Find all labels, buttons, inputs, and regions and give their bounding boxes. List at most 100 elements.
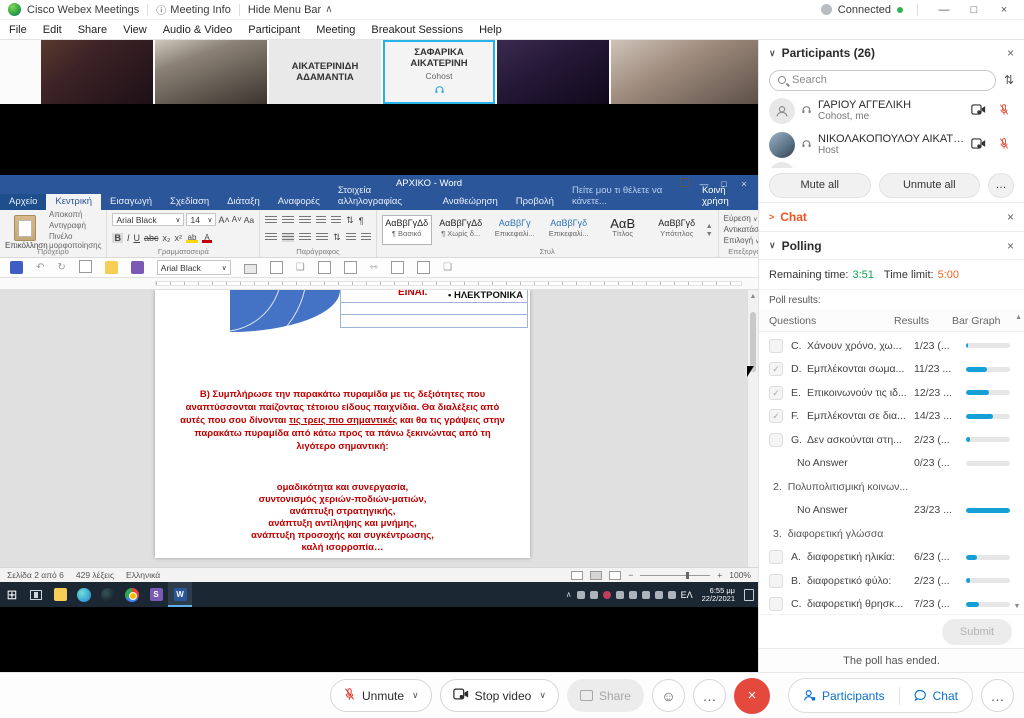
line-spacing-icon[interactable]: ⇅ <box>333 232 341 243</box>
cut-button[interactable]: Αποκοπή <box>49 210 101 219</box>
tray-icon[interactable] <box>590 591 598 599</box>
menu-help[interactable]: Help <box>479 24 502 36</box>
tab-mailings[interactable]: Στοιχεία αλληλογραφίας <box>329 183 434 210</box>
tray-chevron-up-icon[interactable]: ∧ <box>566 590 572 599</box>
search-input[interactable]: Search <box>769 70 996 91</box>
poll-checkbox[interactable]: ✓ <box>769 386 783 400</box>
chat-bubble-icon[interactable]: ❏ <box>443 262 452 273</box>
tab-view[interactable]: Προβολή <box>507 194 563 210</box>
action-center-icon[interactable] <box>744 589 754 601</box>
scroll-up-icon[interactable]: ▲ <box>748 290 758 300</box>
sort-icon[interactable]: ⇅ <box>346 215 354 226</box>
grow-font-button[interactable]: A˄ <box>218 215 229 225</box>
align-left-icon[interactable] <box>265 233 277 242</box>
paste-special-icon[interactable] <box>344 261 357 274</box>
camera-on-icon[interactable] <box>971 138 986 152</box>
submit-button[interactable]: Submit <box>942 619 1012 645</box>
camera-on-icon[interactable] <box>971 104 986 118</box>
menu-participant[interactable]: Participant <box>248 24 300 36</box>
font-color-button[interactable]: A <box>202 233 212 243</box>
document-scrollbar[interactable]: ▲ <box>747 290 758 567</box>
participants-header[interactable]: ∨ Participants (26) × <box>759 40 1024 66</box>
underline-button[interactable]: U <box>133 233 140 243</box>
paste-button[interactable]: Επικόλληση <box>5 213 45 246</box>
menu-view[interactable]: View <box>123 24 147 36</box>
participants-more-button[interactable]: … <box>988 173 1014 198</box>
scrollbar-thumb[interactable] <box>750 312 756 372</box>
poll-checkbox[interactable]: ✓ <box>769 550 783 564</box>
bullets-icon[interactable] <box>265 216 277 225</box>
print-icon[interactable] <box>244 264 257 274</box>
hide-menu-bar-button[interactable]: Hide Menu Bar ∧ <box>248 4 333 16</box>
menu-breakout-sessions[interactable]: Breakout Sessions <box>371 24 463 36</box>
tab-layout[interactable]: Διάταξη <box>218 194 269 210</box>
style-title[interactable]: ΑαΒ Τίτλος <box>598 215 648 245</box>
polling-header[interactable]: ∨ Polling × <box>759 232 1024 260</box>
menu-meeting[interactable]: Meeting <box>316 24 355 36</box>
mic-muted-icon[interactable] <box>998 137 1010 153</box>
align-center-icon[interactable] <box>282 233 294 242</box>
shading-icon[interactable] <box>346 233 356 242</box>
document-page[interactable]: ΕΙΝΑΙ. • ΗΛΕΚΤΡΟΝΙΚΑ Β) Συμπλήρωσε την π… <box>155 290 530 558</box>
multilevel-list-icon[interactable] <box>299 216 311 225</box>
participants-close-icon[interactable]: × <box>1007 46 1014 60</box>
page-indicator[interactable]: Σελίδα 2 από 6 <box>7 570 64 580</box>
start-button[interactable]: ⊞ <box>0 582 24 607</box>
styles-scroll-up-icon[interactable]: ▲ <box>706 223 713 230</box>
borders-icon[interactable] <box>361 233 371 242</box>
save-icon[interactable] <box>10 261 23 274</box>
webex-taskbar-icon[interactable]: S <box>144 582 168 607</box>
increase-indent-icon[interactable] <box>331 216 341 225</box>
minimize-button[interactable]: — <box>932 1 956 19</box>
undo-icon[interactable]: ↶ <box>36 262 44 273</box>
more-options-button[interactable]: … <box>693 679 726 712</box>
print-preview-icon[interactable] <box>79 260 92 276</box>
zoom-in-icon[interactable]: + <box>717 570 722 580</box>
poll-checkbox[interactable]: ✓ <box>769 597 783 611</box>
comment-icon[interactable]: ❏ <box>296 262 305 273</box>
chrome-icon[interactable] <box>120 582 144 607</box>
copy-button[interactable]: Αντιγραφή <box>49 221 101 230</box>
participant-row[interactable]: ΓΑΡΙΟΥ ΑΓΓΕΛΙΚΗ Cohost, me <box>759 94 1024 128</box>
justify-icon[interactable] <box>316 233 328 242</box>
tray-icon[interactable] <box>577 591 585 599</box>
participants-toggle-button[interactable]: Participants <box>789 679 899 712</box>
decrease-indent-icon[interactable] <box>316 216 326 225</box>
word-share-button[interactable]: Κοινή χρήση <box>692 183 758 210</box>
close-button[interactable]: × <box>992 1 1016 19</box>
style-subtitle[interactable]: ΑαΒβΓγδ Υπότιτλος <box>652 215 702 245</box>
poll-checkbox[interactable]: ✓ <box>769 574 783 588</box>
menu-share[interactable]: Share <box>78 24 107 36</box>
style-normal[interactable]: ΑαΒβΓγΔδ ¶ Βασικό <box>382 215 432 245</box>
menu-audio-video[interactable]: Audio & Video <box>163 24 233 36</box>
unmute-button[interactable]: Unmute ∨ <box>330 679 432 712</box>
clock[interactable]: 6:55 μμ 22/2/2021 <box>702 587 735 603</box>
style-no-spacing[interactable]: ΑαΒβΓγΔδ ¶ Χωρίς δ... <box>436 215 486 245</box>
video-tile-3[interactable]: ΑΙΚΑΤΕΡΙΝΙΔΗ ΑΔΑΜΑΝΤΙΑ <box>269 40 381 104</box>
numbering-icon[interactable] <box>282 216 294 225</box>
task-view-button[interactable] <box>24 582 48 607</box>
superscript-button[interactable]: x² <box>175 233 183 243</box>
read-mode-view-icon[interactable] <box>571 571 583 580</box>
stop-video-button[interactable]: Stop video ∨ <box>440 679 559 712</box>
poll-checkbox[interactable]: ✓ <box>769 339 783 353</box>
strikethrough-button[interactable]: abc <box>144 233 159 243</box>
reactions-button[interactable]: ☺ <box>652 679 685 712</box>
tray-icon[interactable] <box>629 591 637 599</box>
menu-file[interactable]: File <box>9 24 27 36</box>
sort-icon[interactable]: ⇅ <box>1004 73 1014 87</box>
video-tile-4-active-speaker[interactable]: ΣΑΦΑΡΙΚΑ ΑΙΚΑΤΕΡΙΝΗ Cohost <box>383 40 495 104</box>
tab-insert[interactable]: Εισαγωγή <box>101 194 161 210</box>
style-heading2[interactable]: ΑαΒβΓγδ Επικεφαλί... <box>544 215 594 245</box>
columns-icon[interactable] <box>391 261 404 274</box>
poll-checkbox[interactable]: ✓ <box>769 362 783 376</box>
pilcrow-icon[interactable]: ¶ <box>359 216 364 226</box>
browser-icon[interactable] <box>96 582 120 607</box>
tab-design[interactable]: Σχεδίαση <box>161 194 218 210</box>
meeting-info-button[interactable]: ⓘ Meeting Info <box>156 2 231 17</box>
poll-scrollbar[interactable]: ▼ <box>1012 332 1022 610</box>
tab-references[interactable]: Αναφορές <box>269 194 329 210</box>
participant-row[interactable]: ΝΙΚΟΛΑΚΟΠΟΥΛΟΥ ΑΙΚΑΤΕΡ... Host <box>759 128 1024 162</box>
word-count[interactable]: 429 λέξεις <box>76 570 114 580</box>
shrink-font-button[interactable]: A˅ <box>232 215 242 224</box>
